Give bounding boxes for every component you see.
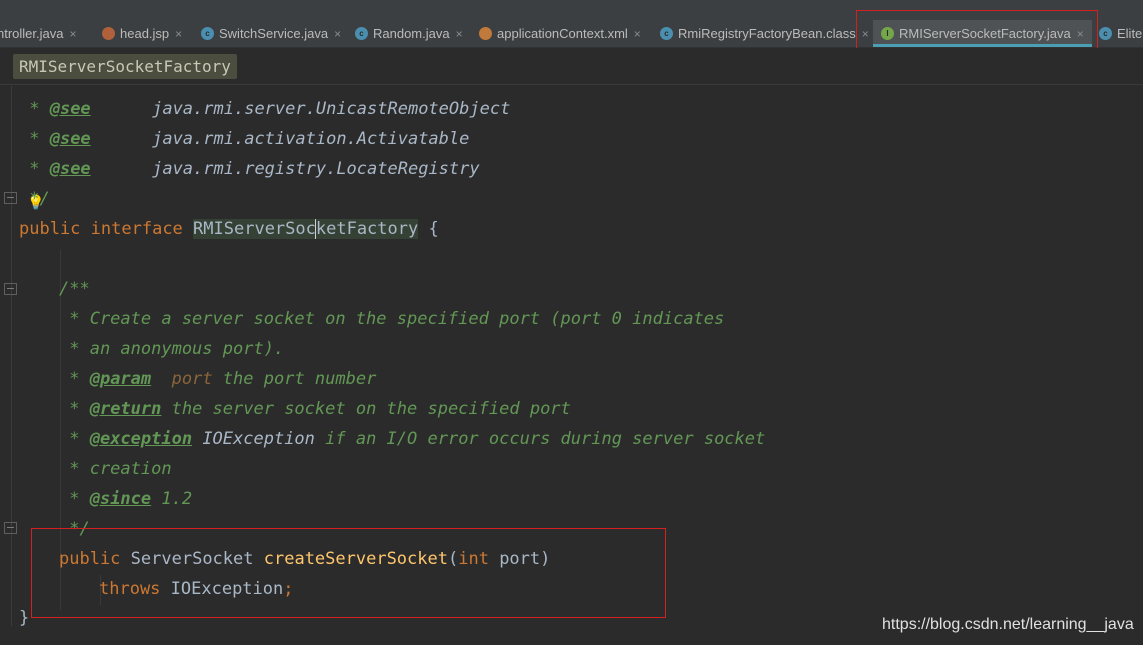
- close-icon[interactable]: ×: [334, 27, 341, 41]
- code-line: * @return the server socket on the speci…: [59, 399, 571, 419]
- code-line: }: [19, 608, 30, 628]
- watermark: https://blog.csdn.net/learning__java: [882, 616, 1134, 633]
- close-icon[interactable]: ×: [1077, 27, 1084, 41]
- close-icon[interactable]: ×: [175, 27, 182, 41]
- code-line: * @since 1.2: [59, 489, 193, 509]
- tab-rmiregistryfactorybean-class[interactable]: c RmiRegistryFactoryBean.class ×: [660, 20, 869, 47]
- tab-switchservice-java[interactable]: c SwitchService.java ×: [201, 20, 341, 47]
- java-class-icon: c: [1099, 27, 1112, 40]
- tab-head-jsp[interactable]: head.jsp ×: [102, 20, 182, 47]
- window-top-strip: [0, 0, 1143, 20]
- java-class-icon: c: [660, 27, 673, 40]
- close-icon[interactable]: ×: [69, 27, 76, 41]
- java-interface-icon: I: [881, 27, 894, 40]
- code-line: * creation: [59, 459, 172, 479]
- fold-marker-icon[interactable]: [4, 522, 17, 534]
- tab-rmiserversocketfactory-java[interactable]: I RMIServerSocketFactory.java ×: [873, 20, 1092, 47]
- code-line: * @exception IOException if an I/O error…: [59, 429, 766, 449]
- breadcrumb-bar: RMIServerSocketFactory: [0, 48, 1143, 85]
- tab-elite[interactable]: c Elite: [1099, 20, 1142, 47]
- breadcrumb[interactable]: RMIServerSocketFactory: [13, 54, 237, 79]
- tab-label: SwitchService.java: [219, 26, 329, 41]
- code-line: /**: [59, 279, 90, 299]
- method-name[interactable]: createServerSocket: [264, 549, 448, 569]
- tab-controller-java[interactable]: ntroller.java ×: [0, 20, 77, 47]
- tab-applicationcontext-xml[interactable]: applicationContext.xml ×: [479, 20, 641, 47]
- tab-label: RmiRegistryFactoryBean.class: [678, 26, 856, 41]
- close-icon[interactable]: ×: [456, 27, 463, 41]
- method-declaration: public ServerSocket createServerSocket(i…: [59, 549, 551, 569]
- xml-file-icon: [479, 27, 492, 40]
- tab-label: applicationContext.xml: [497, 26, 628, 41]
- code-line: * @see java.rmi.registry.LocateRegistry: [19, 159, 480, 179]
- throws-clause: throws IOException;: [99, 579, 294, 599]
- code-line: * @see java.rmi.server.UnicastRemoteObje…: [19, 99, 511, 119]
- code-line: * @see java.rmi.activation.Activatable: [19, 129, 470, 149]
- jsp-file-icon: [102, 27, 115, 40]
- code-line: * an anonymous port).: [59, 339, 285, 359]
- java-class-icon: c: [355, 27, 368, 40]
- interface-declaration[interactable]: public interface RMIServerSocketFactory …: [19, 214, 439, 244]
- tab-label: RMIServerSocketFactory.java: [899, 26, 1071, 41]
- code-line: */: [59, 519, 90, 539]
- java-class-icon: c: [201, 27, 214, 40]
- tab-label: head.jsp: [120, 26, 170, 41]
- tab-label: ntroller.java: [0, 26, 64, 41]
- interface-name[interactable]: RMIServerSocketFactory: [193, 219, 419, 239]
- tab-label: Elite: [1117, 26, 1143, 41]
- tab-random-java[interactable]: c Random.java ×: [355, 20, 463, 47]
- gutter-divider: [11, 86, 12, 626]
- close-icon[interactable]: ×: [862, 27, 869, 41]
- code-line: * @param port the port number: [59, 369, 377, 389]
- editor-tab-bar: ntroller.java × head.jsp × c SwitchServi…: [0, 20, 1143, 48]
- code-line: * Create a server socket on the specifie…: [59, 309, 725, 329]
- fold-marker-icon[interactable]: [4, 192, 17, 204]
- fold-marker-icon[interactable]: [4, 283, 17, 295]
- close-icon[interactable]: ×: [634, 27, 641, 41]
- code-line: */: [19, 189, 50, 209]
- tab-label: Random.java: [373, 26, 450, 41]
